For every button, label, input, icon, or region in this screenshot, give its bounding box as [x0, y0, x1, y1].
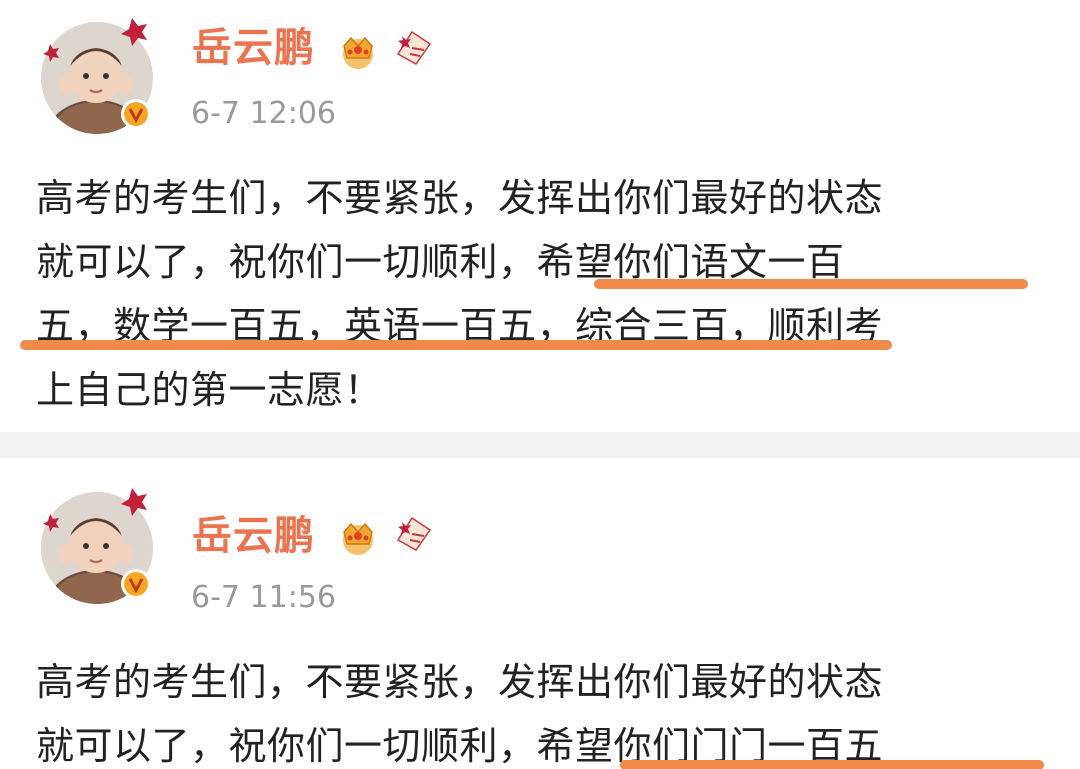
- highlight-underline: [620, 760, 1044, 769]
- crown-icon[interactable]: [336, 28, 380, 72]
- username[interactable]: 岳云鹏: [192, 24, 315, 72]
- weibo-post: 岳云鹏 6-7 12:06 高考的考生们，不要紧张，发挥出你们最好的状态 就可以…: [0, 0, 1080, 432]
- weibo-post: 岳云鹏 6-7 11:56 高考的考生们，不要紧张，发挥出你们最好的状态 就可以…: [0, 458, 1080, 769]
- crown-icon[interactable]: [336, 514, 380, 558]
- scroll-badge-icon[interactable]: [392, 510, 436, 554]
- avatar[interactable]: [36, 484, 158, 606]
- highlight-underline: [594, 279, 1028, 289]
- highlight-underline: [20, 340, 892, 350]
- post-body-line: 高考的考生们，不要紧张，发挥出你们最好的状态: [36, 660, 884, 704]
- post-body-line: 上自己的第一志愿！: [36, 368, 383, 412]
- feed-separator: [0, 432, 1080, 458]
- weibo-screenshot: 岳云鹏 6-7 12:06 高考的考生们，不要紧张，发挥出你们最好的状态 就可以…: [0, 0, 1080, 769]
- post-timestamp: 6-7 11:56: [191, 580, 336, 615]
- post-body: 高考的考生们，不要紧张，发挥出你们最好的状态 就可以了，祝你们一切顺利，希望你们…: [36, 650, 1046, 769]
- post-body: 高考的考生们，不要紧张，发挥出你们最好的状态 就可以了，祝你们一切顺利，希望你们…: [36, 166, 1046, 422]
- post-timestamp: 6-7 12:06: [191, 96, 336, 131]
- baby-avatar-icon: [41, 488, 153, 604]
- baby-avatar-icon: [41, 18, 153, 134]
- post-body-line: 高考的考生们，不要紧张，发挥出你们最好的状态: [36, 176, 884, 220]
- avatar[interactable]: [36, 14, 158, 136]
- scroll-badge-icon[interactable]: [392, 24, 436, 68]
- username[interactable]: 岳云鹏: [192, 512, 315, 560]
